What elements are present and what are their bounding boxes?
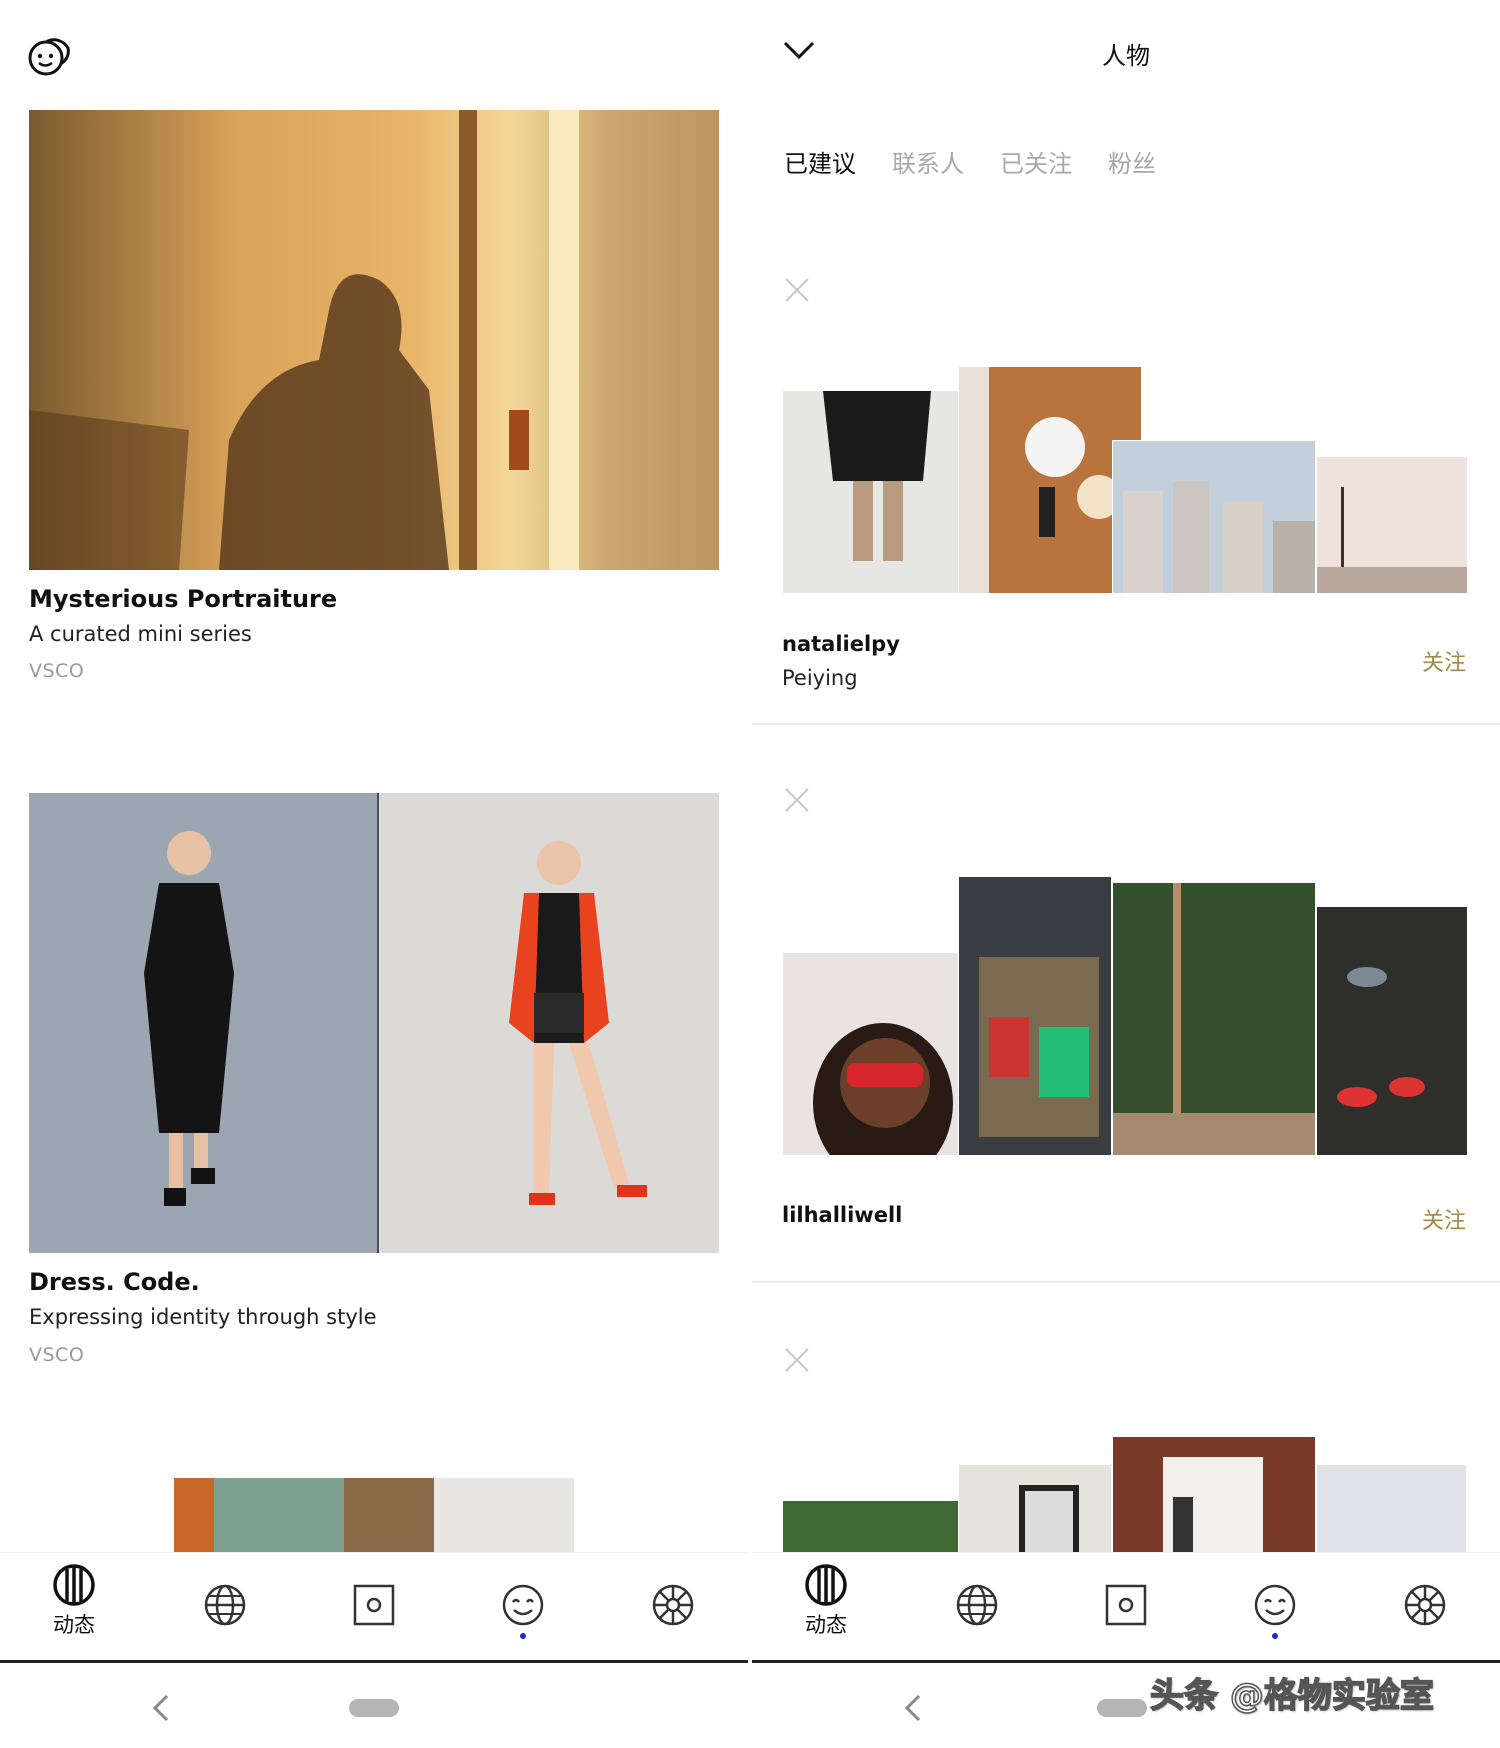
photo-strip[interactable]	[782, 366, 1468, 596]
tab-followers[interactable]: 粉丝	[1108, 144, 1156, 179]
card-subtitle: A curated mini series	[29, 622, 252, 646]
real-name: Peiying	[782, 666, 858, 690]
nav-profile[interactable]	[1230, 1563, 1320, 1653]
nav-feed[interactable]: 动态	[781, 1563, 871, 1653]
system-navigation-bar	[0, 1660, 748, 1748]
thumbnail[interactable]	[958, 1464, 1112, 1552]
feed-icon	[805, 1564, 847, 1606]
home-pill[interactable]	[1097, 1699, 1147, 1717]
studio-icon	[353, 1584, 395, 1626]
tab-following[interactable]: 已关注	[1000, 144, 1072, 179]
studio-icon	[1105, 1584, 1147, 1626]
people-tabs: 已建议 联系人 已关注 粉丝	[784, 144, 1156, 179]
back-icon[interactable]	[902, 1693, 924, 1723]
photo-strip[interactable]	[782, 1436, 1466, 1552]
people-screen: 人物 已建议 联系人 已关注 粉丝 natalielpy Peiying 关注	[752, 0, 1500, 1748]
nav-studio[interactable]	[329, 1563, 419, 1653]
feed-icon	[53, 1564, 95, 1606]
username[interactable]: natalielpy	[782, 632, 900, 656]
card-source: VSCO	[29, 1344, 85, 1366]
home-pill[interactable]	[349, 1699, 399, 1717]
card-title[interactable]: Mysterious Portraiture	[29, 585, 337, 613]
thumbnail[interactable]	[1112, 440, 1316, 594]
thumbnail[interactable]	[958, 876, 1112, 1156]
close-icon[interactable]	[782, 275, 812, 305]
nav-profile[interactable]	[478, 1563, 568, 1653]
follow-button[interactable]: 关注	[1422, 645, 1466, 677]
thumbnail[interactable]	[1316, 456, 1468, 594]
active-indicator-dot	[1272, 1633, 1278, 1639]
card-subtitle: Expressing identity through style	[29, 1305, 377, 1329]
suggested-person: lilhalliwell 关注	[752, 780, 1500, 1280]
close-icon[interactable]	[782, 1345, 812, 1375]
nav-label: 动态	[53, 1613, 95, 1637]
bottom-navigation: 动态	[752, 1552, 1500, 1660]
settings-wheel-icon	[1404, 1584, 1446, 1626]
globe-icon	[204, 1584, 246, 1626]
discover-screen: Mysterious Portraiture A curated mini se…	[0, 0, 748, 1748]
card-title[interactable]: Dress. Code.	[29, 1268, 200, 1296]
page-title: 人物	[1102, 42, 1150, 70]
thumbnail[interactable]	[1112, 882, 1316, 1156]
divider	[752, 1281, 1500, 1283]
card-image-partial[interactable]	[174, 1478, 574, 1552]
card-image-dress-code[interactable]	[29, 793, 719, 1253]
tab-contacts[interactable]: 联系人	[892, 144, 964, 179]
nav-feed[interactable]: 动态	[29, 1563, 119, 1653]
thumbnail[interactable]	[1316, 906, 1468, 1156]
close-icon[interactable]	[782, 785, 812, 815]
thumbnail[interactable]	[1316, 1464, 1466, 1552]
profile-face-icon	[1254, 1584, 1296, 1626]
watermark: 头条 @格物实验室	[1149, 1675, 1434, 1717]
photo-strip[interactable]	[782, 876, 1468, 1156]
card-source: VSCO	[29, 660, 85, 682]
tab-suggested[interactable]: 已建议	[784, 144, 856, 179]
thumbnail[interactable]	[782, 952, 986, 1156]
card-image-portraiture[interactable]	[29, 110, 719, 570]
nav-discover[interactable]	[932, 1563, 1022, 1653]
globe-icon	[956, 1584, 998, 1626]
suggested-person: natalielpy Peiying 关注	[752, 270, 1500, 725]
nav-discover[interactable]	[180, 1563, 270, 1653]
thumbnail[interactable]	[782, 390, 986, 594]
follow-button[interactable]: 关注	[1422, 1203, 1466, 1235]
nav-label: 动态	[805, 1613, 847, 1637]
nav-studio[interactable]	[1081, 1563, 1171, 1653]
username[interactable]: lilhalliwell	[782, 1203, 902, 1227]
settings-wheel-icon	[652, 1584, 694, 1626]
thumbnail[interactable]	[782, 1500, 986, 1552]
back-icon[interactable]	[150, 1693, 172, 1723]
profile-face-icon[interactable]	[26, 30, 74, 78]
nav-settings[interactable]	[1380, 1563, 1470, 1653]
active-indicator-dot	[520, 1633, 526, 1639]
profile-face-icon	[502, 1584, 544, 1626]
thumbnail[interactable]	[1112, 1436, 1316, 1552]
nav-settings[interactable]	[628, 1563, 718, 1653]
divider	[752, 723, 1500, 725]
suggested-person	[752, 1340, 1500, 1552]
bottom-navigation: 动态	[0, 1552, 748, 1660]
